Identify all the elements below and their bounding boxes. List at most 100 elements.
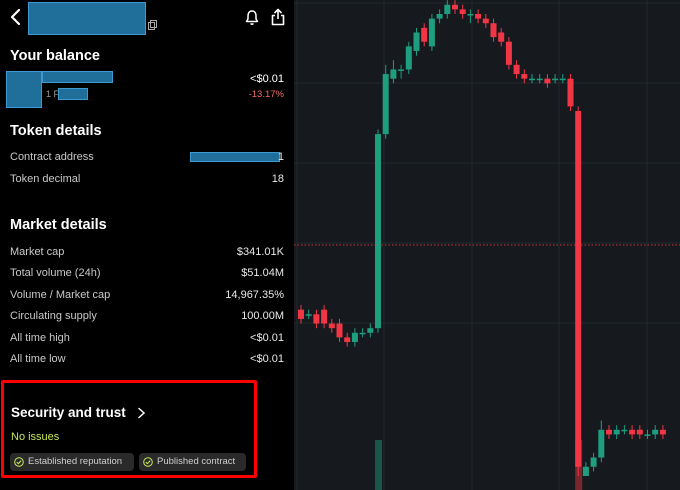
chevron-right-icon <box>138 407 146 419</box>
candle-body <box>359 332 366 335</box>
candle-body <box>621 429 628 432</box>
candle-body <box>382 74 389 135</box>
volume-market-cap-row: Volume / Market cap 14,967.35% <box>10 287 284 305</box>
candle-body <box>428 18 435 47</box>
token-decimal-row: Token decimal 18 <box>10 171 284 189</box>
candle-body <box>344 337 351 343</box>
row-value: 100.00M <box>241 310 284 322</box>
all-time-high-row: All time high <$0.01 <box>10 330 284 348</box>
redacted-balance-name <box>42 71 113 83</box>
share-icon[interactable] <box>270 8 286 26</box>
badge-established-reputation: Established reputation <box>10 453 134 471</box>
row-label: All time high <box>10 332 70 344</box>
check-circle-icon <box>143 457 153 467</box>
circulating-supply-row: Circulating supply 100.00M <box>10 308 284 326</box>
candle-body <box>459 9 466 14</box>
candle-body <box>336 323 343 338</box>
row-label: All time low <box>10 353 66 365</box>
candle-body <box>351 332 358 343</box>
row-label: Circulating supply <box>10 310 97 322</box>
badge-label: Established reputation <box>28 456 123 467</box>
row-value: $51.04M <box>241 267 284 279</box>
redacted-token-name <box>28 2 146 35</box>
candle-body <box>444 4 451 14</box>
redacted-token-avatar <box>6 71 42 108</box>
badge-label: Published contract <box>157 456 236 467</box>
candle-body <box>298 309 304 319</box>
candle-body <box>390 69 397 79</box>
token-details-title: Token details <box>10 123 102 139</box>
candle-body <box>529 78 535 81</box>
candle-body <box>590 457 597 467</box>
candle-body <box>567 78 574 107</box>
market-details-title: Market details <box>10 217 107 233</box>
candle-body <box>475 14 482 19</box>
badge-published-contract: Published contract <box>139 453 246 471</box>
check-circle-icon <box>14 457 24 467</box>
row-label: Volume / Market cap <box>10 289 111 301</box>
balance-change: -13.17% <box>248 89 284 100</box>
candle-body <box>652 429 659 435</box>
redacted-balance-amount <box>58 88 88 100</box>
all-time-low-row: All time low <$0.01 <box>10 351 284 369</box>
redacted-contract-address <box>190 152 280 162</box>
row-value: 18 <box>271 173 284 185</box>
candle-body <box>498 32 505 42</box>
candle-body <box>513 64 520 75</box>
price-chart-panel[interactable] <box>294 0 680 490</box>
candle-body <box>436 14 443 19</box>
candle-body <box>413 32 420 51</box>
candle-body <box>467 14 474 16</box>
candle-body <box>644 434 651 436</box>
copy-icon[interactable] <box>148 20 157 30</box>
row-label: Contract address <box>10 151 94 163</box>
top-bar <box>0 0 294 38</box>
candle-body <box>521 74 528 79</box>
candle-body <box>636 429 643 435</box>
market-cap-row: Market cap $341.01K <box>10 244 284 262</box>
total-volume-row: Total volume (24h) $51.04M <box>10 265 284 283</box>
candle-body <box>659 429 666 435</box>
candle-body <box>505 41 512 65</box>
row-value: <$0.01 <box>250 332 284 344</box>
balance-value: <$0.01 <box>250 73 284 85</box>
row-label: Token decimal <box>10 173 81 185</box>
row-label: Total volume (24h) <box>10 267 101 279</box>
candle-body <box>613 429 620 435</box>
candle-body <box>321 309 328 324</box>
row-value: 1 <box>277 151 284 163</box>
bell-icon[interactable] <box>244 9 260 26</box>
candle-body <box>629 429 636 435</box>
security-trust-card[interactable]: Security and trust No issues Established… <box>1 380 257 478</box>
candle-body <box>398 69 405 71</box>
row-value: 14,967.35% <box>225 289 284 301</box>
candle-body <box>452 4 458 10</box>
candle-body <box>328 323 335 329</box>
candle-body <box>367 328 374 333</box>
row-value: $341.01K <box>236 246 284 258</box>
candle-body <box>375 134 381 329</box>
candle-body <box>490 23 497 38</box>
volume-bar <box>375 440 382 490</box>
candle-body <box>313 314 320 324</box>
balance-title: Your balance <box>10 48 100 64</box>
candle-body <box>536 78 543 81</box>
security-status: No issues <box>11 431 60 443</box>
candle-body <box>606 429 612 435</box>
back-arrow-icon[interactable] <box>8 8 24 26</box>
candle-body <box>405 46 412 70</box>
volume-bars <box>375 440 583 490</box>
row-value: <$0.01 <box>250 353 284 365</box>
row-label: Market cap <box>10 246 65 258</box>
candle-body <box>482 18 489 24</box>
candle-body <box>559 78 566 81</box>
candle-body <box>582 466 589 476</box>
candle-body <box>598 429 605 458</box>
contract-address-row[interactable]: Contract address 1 <box>10 149 284 167</box>
candle-body <box>552 78 559 81</box>
candlestick-chart[interactable] <box>294 0 680 490</box>
candles <box>298 0 666 476</box>
candle-body <box>305 314 312 316</box>
security-trust-title: Security and trust <box>11 405 126 420</box>
candle-body <box>575 111 582 467</box>
